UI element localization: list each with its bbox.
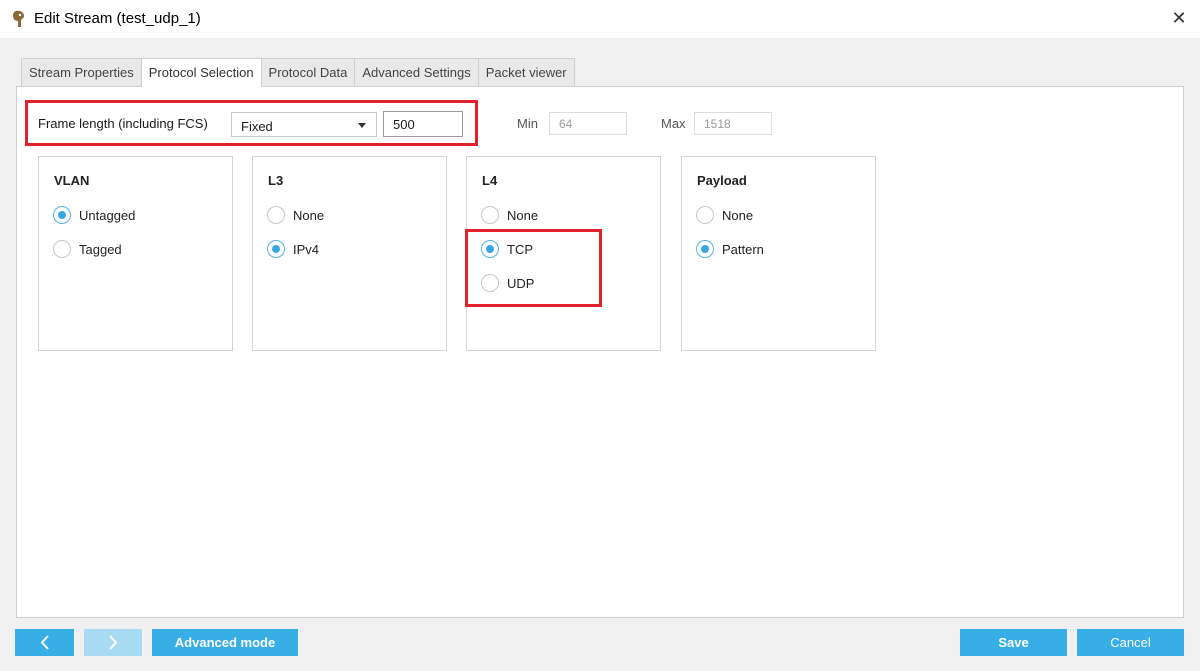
payload-none-radio[interactable]: None <box>696 205 753 225</box>
payload-none-label: None <box>722 207 754 223</box>
l3-group: L3 None IPv4 <box>252 156 447 351</box>
radio-unchecked-icon <box>267 206 285 224</box>
advanced-mode-button[interactable]: Advanced mode <box>152 629 298 656</box>
chevron-right-icon <box>109 635 118 650</box>
frame-length-label: Frame length (including FCS) <box>38 116 208 131</box>
radio-unchecked-icon <box>53 240 71 258</box>
frame-length-mode-select[interactable]: Fixed <box>231 112 377 137</box>
radio-checked-icon <box>696 240 714 258</box>
l4-none-label: None <box>507 207 539 223</box>
frame-length-input[interactable] <box>383 111 463 137</box>
vlan-group: VLAN Untagged Tagged <box>38 156 233 351</box>
prev-button[interactable] <box>15 629 74 656</box>
tab-protocol-data[interactable]: Protocol Data <box>260 58 356 86</box>
l3-none-radio[interactable]: None <box>267 205 324 225</box>
tab-protocol-selection[interactable]: Protocol Selection <box>140 58 262 87</box>
radio-unchecked-icon <box>696 206 714 224</box>
max-input <box>694 112 772 135</box>
title-bar: Edit Stream (test_udp_1) ✕ <box>0 0 1200 38</box>
radio-unchecked-icon <box>481 206 499 224</box>
vlan-untagged-label: Untagged <box>79 207 136 223</box>
l3-ipv4-label: IPv4 <box>293 241 320 257</box>
frame-length-mode-value: Fixed <box>241 119 273 134</box>
vlan-title: VLAN <box>54 173 90 188</box>
app-icon <box>13 10 24 27</box>
l4-options-highlight <box>465 229 602 307</box>
l3-none-label: None <box>293 207 325 223</box>
tab-stream-properties[interactable]: Stream Properties <box>21 58 142 86</box>
cancel-button[interactable]: Cancel <box>1077 629 1184 656</box>
l3-ipv4-radio[interactable]: IPv4 <box>267 239 319 259</box>
window-title: Edit Stream (test_udp_1) <box>34 10 201 27</box>
tab-bar: Stream Properties Protocol Selection Pro… <box>21 58 575 87</box>
vlan-tagged-radio[interactable]: Tagged <box>53 239 122 259</box>
l4-title: L4 <box>482 173 498 188</box>
close-icon[interactable]: ✕ <box>1170 9 1188 27</box>
l3-title: L3 <box>268 173 284 188</box>
next-button[interactable] <box>84 629 142 656</box>
payload-group: Payload None Pattern <box>681 156 876 351</box>
tab-packet-viewer[interactable]: Packet viewer <box>477 58 575 86</box>
min-input <box>549 112 627 135</box>
vlan-untagged-radio[interactable]: Untagged <box>53 205 135 225</box>
min-label: Min <box>517 116 538 131</box>
payload-pattern-radio[interactable]: Pattern <box>696 239 764 259</box>
radio-checked-icon <box>53 206 71 224</box>
payload-title: Payload <box>697 173 747 188</box>
l4-none-radio[interactable]: None <box>481 205 538 225</box>
payload-pattern-label: Pattern <box>722 241 764 257</box>
save-button[interactable]: Save <box>960 629 1067 656</box>
max-label: Max <box>661 116 686 131</box>
vlan-tagged-label: Tagged <box>79 241 122 257</box>
chevron-left-icon <box>40 635 49 650</box>
tab-advanced-settings[interactable]: Advanced Settings <box>354 58 479 86</box>
radio-checked-icon <box>267 240 285 258</box>
caret-down-icon <box>358 123 366 128</box>
